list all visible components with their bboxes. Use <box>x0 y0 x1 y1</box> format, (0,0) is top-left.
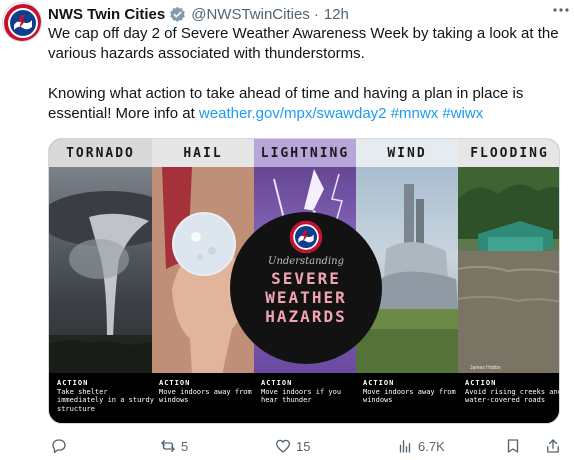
more-dots-icon[interactable] <box>550 0 572 20</box>
views-chart-icon <box>399 440 411 453</box>
tweet-paragraph-2: Knowing what action to take ahead of tim… <box>48 84 568 124</box>
views-button[interactable]: 6.7K <box>396 436 445 456</box>
retweet-button[interactable]: 5 <box>159 436 188 456</box>
share-icon <box>547 439 559 453</box>
tweet-paragraph-1: We cap off day 2 of Severe Weather Aware… <box>48 25 559 62</box>
action-bar: ACTION Take shelter immediately in a stu… <box>49 373 559 423</box>
hashtag-wiwx[interactable]: #wiwx <box>442 105 483 122</box>
tornado-photo <box>49 191 152 375</box>
tweet-text: We cap off day 2 of Severe Weather Aware… <box>48 24 568 144</box>
action-hail: ACTION Move indoors away from windows <box>159 379 257 405</box>
reply-button[interactable] <box>50 436 68 456</box>
retweet-count: 5 <box>181 438 189 454</box>
handle[interactable]: @NWSTwinCities <box>191 6 310 23</box>
infographic-title: SEVERE WEATHER HAZARDS <box>265 269 346 326</box>
bookmark-icon <box>507 439 519 453</box>
title-line-1: SEVERE <box>271 269 341 288</box>
severe-weather-hazards-badge: Understanding SEVERE WEATHER HAZARDS <box>230 212 382 364</box>
photo-credit: James Hobbs <box>470 365 501 371</box>
bookmark-button[interactable] <box>504 436 522 456</box>
panel-flooding: FLOODING James Hobbs <box>458 139 559 375</box>
action-head-flooding: ACTION <box>465 379 497 387</box>
action-head-tornado: ACTION <box>57 379 89 387</box>
action-text-wind: Move indoors away from windows <box>363 387 456 405</box>
center-nws-logo-icon <box>289 220 323 254</box>
action-head-hail: ACTION <box>159 379 191 387</box>
like-count: 15 <box>296 438 311 454</box>
flooding-photo <box>458 167 559 375</box>
action-text-flooding: Avoid rising creeks and water-covered ro… <box>465 387 560 405</box>
share-button[interactable] <box>544 436 562 456</box>
action-text-hail: Move indoors away from windows <box>159 387 252 405</box>
timestamp[interactable]: 12h <box>324 6 349 23</box>
action-tornado: ACTION Take shelter immediately in a stu… <box>57 379 155 413</box>
tweet-header: NWS Twin Cities @NWSTwinCities · 12h <box>48 4 562 24</box>
avatar[interactable] <box>2 2 42 42</box>
engagement-bar: 5 15 6.7K <box>48 436 568 456</box>
info-link[interactable]: weather.gov/mpx/swawday2 <box>199 105 387 122</box>
like-button[interactable]: 15 <box>274 436 310 456</box>
heart-icon <box>275 439 291 453</box>
verified-badge-icon <box>169 6 186 23</box>
retweet-icon <box>161 440 175 452</box>
hashtag-mnwx[interactable]: #mnwx <box>391 105 439 122</box>
action-lightning: ACTION Move indoors if you hear thunder <box>261 379 359 405</box>
tweet-media-image[interactable]: TORNADO HAIL LIGHTNING WIND FLOODING Jam… <box>48 138 560 424</box>
separator-dot: · <box>313 5 319 23</box>
title-line-2: WEATHER <box>265 288 347 307</box>
views-count: 6.7K <box>418 438 445 454</box>
action-text-lightning: Move indoors if you hear thunder <box>261 387 342 405</box>
action-wind: ACTION Move indoors away from windows <box>363 379 461 405</box>
reply-icon <box>52 439 66 454</box>
display-name[interactable]: NWS Twin Cities <box>48 6 165 23</box>
nws-logo-icon <box>4 4 41 41</box>
understanding-label: Understanding <box>268 256 344 267</box>
action-text-tornado: Take shelter immediately in a sturdy str… <box>57 387 154 413</box>
title-line-3: HAZARDS <box>265 307 347 326</box>
action-head-wind: ACTION <box>363 379 395 387</box>
panel-tornado: TORNADO <box>49 139 152 375</box>
action-head-lightning: ACTION <box>261 379 293 387</box>
action-flooding: ACTION Avoid rising creeks and water-cov… <box>465 379 560 405</box>
